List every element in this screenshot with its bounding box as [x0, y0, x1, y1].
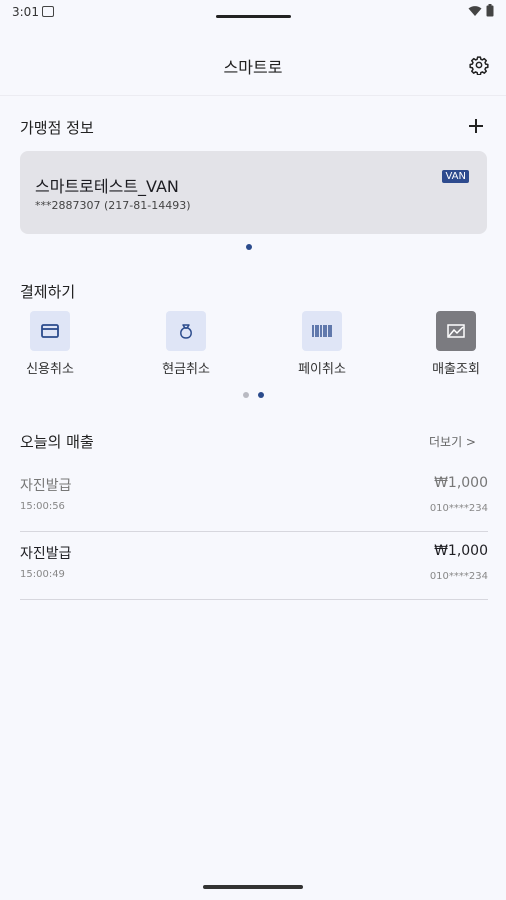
money-bag-icon — [166, 311, 206, 351]
payment-pager — [243, 392, 264, 398]
sale-amount: ₩1,000 — [434, 475, 488, 491]
merchant-name: 스마트로테스트_VAN — [35, 177, 179, 196]
merchant-pager — [246, 244, 252, 250]
wifi-icon — [468, 5, 482, 16]
sale-phone: 010****234 — [429, 503, 488, 514]
more-link[interactable]: 더보기 > — [429, 433, 476, 450]
add-merchant-button[interactable] — [464, 114, 488, 138]
gear-icon — [469, 56, 489, 75]
van-badge: VAN — [442, 170, 469, 183]
sale-time: 15:00:56 — [20, 501, 65, 512]
merchant-section-title: 가맹점 정보 — [20, 119, 94, 137]
sale-time: 15:00:49 — [20, 569, 65, 580]
sale-amount: ₩1,000 — [434, 543, 488, 559]
pay-cancel-label: 페이취소 — [298, 362, 346, 377]
header-divider — [0, 95, 506, 96]
barcode-icon — [302, 311, 342, 351]
sale-phone: 010****234 — [429, 571, 488, 582]
cash-cancel-label: 현금취소 — [162, 362, 210, 377]
sale-type: 자진발급 — [20, 478, 72, 494]
cash-cancel-button[interactable]: 현금취소 — [151, 311, 221, 377]
credit-cancel-button[interactable]: 신용취소 — [15, 311, 85, 377]
sales-inquiry-button[interactable]: 매출조회 — [421, 311, 491, 377]
page-dot-active — [258, 392, 264, 398]
sale-row[interactable]: 자진발급 15:00:49 ₩1,000 010****234 — [20, 531, 488, 600]
pay-cancel-button[interactable]: 페이취소 — [287, 311, 357, 377]
camera-notch — [216, 15, 291, 18]
page-title: 스마트로 — [223, 58, 283, 77]
credit-cancel-label: 신용취소 — [26, 362, 74, 377]
page-dot-active — [246, 244, 252, 250]
status-icons — [468, 4, 494, 17]
plus-icon — [469, 119, 483, 133]
sale-type: 자진발급 — [20, 546, 72, 562]
sales-inquiry-label: 매출조회 — [432, 362, 480, 377]
settings-button[interactable] — [466, 52, 492, 78]
chart-icon — [436, 311, 476, 351]
payment-section-title: 결제하기 — [20, 283, 76, 301]
merchant-card[interactable]: 스마트로테스트_VAN ***2887307 (217-81-14493) VA… — [20, 151, 487, 234]
merchant-id: ***2887307 (217-81-14493) — [35, 199, 191, 212]
credit-card-icon — [30, 311, 70, 351]
sale-row[interactable]: 자진발급 15:00:56 ₩1,000 010****234 — [20, 463, 488, 532]
battery-icon — [486, 4, 494, 17]
sim-icon — [42, 6, 54, 17]
status-time: 3:01 — [12, 5, 39, 19]
sales-section-title: 오늘의 매출 — [20, 433, 94, 451]
home-indicator[interactable] — [203, 885, 303, 889]
app-bar: 스마트로 — [0, 40, 506, 90]
status-bar: 3:01 — [0, 0, 506, 28]
page-dot — [243, 392, 249, 398]
